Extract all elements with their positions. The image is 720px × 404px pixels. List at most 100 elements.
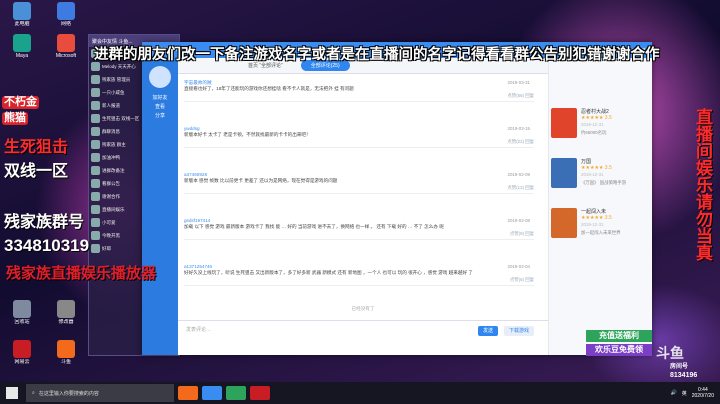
divider <box>184 101 534 102</box>
red-badge: 不朽金 <box>2 96 39 109</box>
chat-row-text: 今晚开黑 <box>102 232 120 238</box>
taskbar: ⌕ 在这里输入你要搜索的内容 🔊 英 0:44 2020/7/20 <box>0 382 720 404</box>
comment-actions[interactable]: 点赞(12) 回复 <box>184 185 534 191</box>
desktop-icon-netease[interactable]: 网易云 <box>2 340 42 365</box>
game-rating: ★★★★★ 3.5 <box>581 165 612 171</box>
douyu-icon <box>57 340 75 358</box>
avatar <box>91 153 100 162</box>
desktop-icon-microsoft[interactable]: Microsoft <box>46 34 86 59</box>
avatar <box>91 179 100 188</box>
recommended-games: 忍者村大战2 ★★★★★ 3.5 2019-12-31 约66000名玩 万国 ★★★★★… <box>548 58 652 355</box>
gift-button[interactable]: 充值送福利 <box>586 330 652 342</box>
avatar <box>91 101 100 110</box>
game-name: 忍者村大战2 <box>581 109 609 115</box>
game-rating: ★★★★★ 3.5 <box>581 215 612 221</box>
comment-actions[interactable]: 点赞(6) 回复 <box>184 277 534 283</box>
chat-row-text: 群聊消息 <box>102 128 120 134</box>
taskbar-qq-icon[interactable] <box>202 386 222 400</box>
comments-panel: 首页 “全部评论” 全部评论(25) 宇宙最帅的贼 2019-03-31 直接看也好… <box>178 58 548 355</box>
chat-row-text: Melody 天天开心 <box>102 63 136 69</box>
profile-action-share[interactable]: 分享 <box>142 112 178 121</box>
game-thumbnail <box>551 108 577 138</box>
download-game-button[interactable]: 下载游戏 <box>504 326 534 336</box>
desktop-icon-this-pc[interactable]: 此电脑 <box>2 2 42 27</box>
chat-row-text: 残家族 群主 <box>102 141 126 147</box>
avatar <box>91 114 100 123</box>
clock[interactable]: 0:44 2020/7/20 <box>692 387 714 399</box>
profile-action-add[interactable]: 加好友 <box>142 94 178 103</box>
comment-actions[interactable]: 点赞(9) 回复 <box>184 231 534 237</box>
system-tray: 🔊 英 0:44 2020/7/20 <box>671 387 720 399</box>
comment-text: 直接看也好了，18年了还能玩的游戏你还想挂啥 看不卡人就是，无法把外 挂 有问题 <box>184 86 354 91</box>
stream-banner: 进群的朋友们改一下备注游戏名字或者是在直播间的名字记得看看群公告别犯错谢谢合作 <box>94 47 660 63</box>
clock-date: 2020/7/20 <box>691 393 714 399</box>
overlay-game-title: 生死狙击 <box>4 139 69 156</box>
windows-start-icon[interactable] <box>6 387 18 399</box>
game-desc: 《万国》 国战策略手游 <box>581 180 627 185</box>
divider <box>184 239 534 240</box>
game-name: 一起闯入未 <box>581 209 607 215</box>
comment-text: 新版本 感觉 帧数 比以前更卡 更差了 还以为是网络，现在觉得是游戏的问题 <box>184 178 338 183</box>
comment-date: 2019-02-09 <box>507 172 530 177</box>
comment-actions[interactable]: 点赞(22) 回复 <box>184 139 534 145</box>
desktop-icon-row: 此电脑 网络 <box>0 2 88 27</box>
send-button[interactable]: 发送 <box>478 326 498 336</box>
game-thumbnail <box>551 158 577 188</box>
game-thumbnail <box>551 208 577 238</box>
comment-date: 2019-02-04 <box>507 264 530 269</box>
music-icon <box>13 340 31 358</box>
game-card[interactable]: 一起闯入未 ★★★★★ 3.5 2019-12-31 加一起闯入未来世界 <box>549 204 653 254</box>
desktop-icon-douyu[interactable]: 斗鱼 <box>46 340 86 365</box>
avatar <box>91 127 100 136</box>
desktop-icon-row: Maya Microsoft <box>0 34 88 59</box>
free-beans-button[interactable]: 欢乐豆免费领 <box>586 344 652 356</box>
comment-date: 2019-02-08 <box>507 218 530 223</box>
desktop-icon-network[interactable]: 网络 <box>46 2 86 27</box>
taskbar-music-icon[interactable] <box>250 386 270 400</box>
game-card[interactable]: 忍者村大战2 ★★★★★ 3.5 2019-12-31 约66000名玩 <box>549 104 653 154</box>
chat-row-text: 谢谢合作 <box>102 193 120 199</box>
desktop-icon-maya[interactable]: Maya <box>2 34 42 59</box>
computer-icon <box>13 2 31 20</box>
chat-row-text: 残家族 管理员 <box>102 76 131 82</box>
comment-item: ywddsg 2019-03-15 新版本好卡 太卡了 老是卡顿，不然就找最新的卡卡… <box>184 126 534 148</box>
game-desc: 约66000名玩 <box>581 130 607 135</box>
game-date: 2019-12-31 <box>581 222 604 227</box>
comment-item: gsdsf197414 2019-02-08 加载 以下 感觉 游戏 最新版本 游戏… <box>184 218 534 240</box>
comment-actions[interactable]: 点赞(56) 回复 <box>184 93 534 99</box>
avatar[interactable] <box>149 66 171 88</box>
divider <box>184 285 534 286</box>
game-comments-window[interactable]: QQ: 739029440 — □ ✕ 加好友 查看 分享 首页 “全部评论” … <box>142 42 652 355</box>
comment-text: 加载 以下 感觉 游戏 最新版本 游戏卡了 我找 能 … 好的 当前游戏 进不去… <box>184 224 444 229</box>
avatar <box>91 88 100 97</box>
avatar <box>91 231 100 240</box>
room-label: 房间号 <box>670 364 689 370</box>
desktop-icon-modifier[interactable]: 修改器 <box>46 300 86 325</box>
game-card[interactable]: 万国 ★★★★★ 3.5 2019-12-31 《万国》 国战策略手游 <box>549 154 653 204</box>
chat-row-text: 新人报道 <box>102 102 120 108</box>
comment-input[interactable]: 发表评论… <box>186 326 211 333</box>
taskbar-wechat-icon[interactable] <box>226 386 246 400</box>
network-icon <box>57 2 75 20</box>
avatar <box>91 62 100 71</box>
comment-item: 宇宙最帅的贼 2019-03-31 直接看也好了，18年了还能玩的游戏你还想挂啥 看… <box>184 80 534 102</box>
comment-text: 新版本好卡 太卡了 老是卡顿，不然就找最新的卡卡的出来吧！ <box>184 132 311 137</box>
profile-action-view[interactable]: 查看 <box>142 103 178 112</box>
chat-row-text: 小可爱 <box>102 219 116 225</box>
ime-indicator[interactable]: 英 <box>682 390 687 397</box>
taskbar-search[interactable]: ⌕ 在这里输入你要搜索的内容 <box>26 384 174 402</box>
taskbar-douyu-icon[interactable] <box>178 386 198 400</box>
game-date: 2019-12-31 <box>581 122 604 127</box>
comment-composer: 发表评论… 发送 下载游戏 <box>178 320 548 341</box>
desktop-icon-recycle-bin[interactable]: 回收站 <box>2 300 42 325</box>
desktop-icon-row: 网易云 斗鱼 <box>0 340 88 365</box>
desktop-icon-row: 回收站 修改器 <box>0 300 88 325</box>
avatar <box>91 205 100 214</box>
comment-date: 2019-03-31 <box>507 80 530 85</box>
volume-icon[interactable]: 🔊 <box>671 390 677 396</box>
game-rating: ★★★★★ 3.5 <box>581 115 612 121</box>
comment-item: a37460928 2019-02-09 新版本 感觉 帧数 比以前更卡 更差了 还… <box>184 172 534 194</box>
room-id: 8134196 <box>670 372 698 379</box>
microsoft-icon <box>57 34 75 52</box>
maya-icon <box>13 34 31 52</box>
